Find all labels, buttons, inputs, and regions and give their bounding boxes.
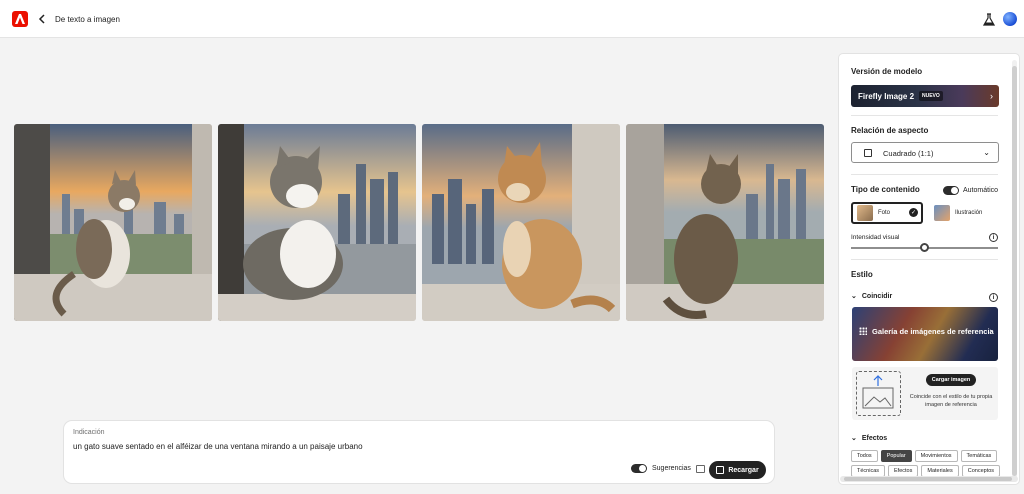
checkmark-icon: ✓ xyxy=(909,208,918,217)
effects-label: Efectos xyxy=(861,434,888,442)
chevron-left-icon[interactable] xyxy=(37,13,47,25)
reload-label: Recargar xyxy=(728,466,759,474)
illustration-thumbnail-icon xyxy=(934,205,950,221)
match-section-toggle[interactable]: ⌄ Coincidir xyxy=(851,292,893,301)
generated-image-3[interactable] xyxy=(422,124,620,321)
chevron-down-icon: ⌄ xyxy=(851,435,857,442)
auto-toggle-group: Automático xyxy=(943,186,998,195)
vertical-scrollbar[interactable] xyxy=(1012,60,1017,480)
upload-image-button[interactable]: Cargar imagen xyxy=(926,374,976,386)
upload-reference-card: Cargar imagen Coincide con el estilo de … xyxy=(852,367,998,420)
scrollbar-thumb[interactable] xyxy=(844,477,1012,481)
top-bar: De texto a imagen xyxy=(0,0,1024,38)
divider xyxy=(851,174,998,175)
model-version-title: Versión de modelo xyxy=(851,67,923,76)
reference-gallery-card[interactable]: Galería de imágenes de referencia › xyxy=(852,307,998,361)
suggestions-control: Sugerencias xyxy=(631,464,705,473)
reload-button[interactable]: Recargar xyxy=(709,461,766,479)
chip-popular[interactable]: Popular xyxy=(880,450,912,462)
divider xyxy=(851,115,998,116)
effects-section-toggle[interactable]: ⌄ Efectos xyxy=(851,434,888,443)
chip-movimientos[interactable]: Movimientos xyxy=(914,450,958,462)
chevron-down-icon: ⌄ xyxy=(851,293,857,300)
suggestions-settings-icon[interactable] xyxy=(695,464,705,473)
scrollbar-thumb[interactable] xyxy=(1012,66,1017,476)
model-name: Firefly Image 2 xyxy=(858,92,915,101)
content-type-title: Tipo de contenido xyxy=(851,185,920,194)
new-badge: NUEVO xyxy=(919,91,943,101)
generated-image-1[interactable] xyxy=(14,124,212,321)
grid-icon xyxy=(859,327,867,335)
prompt-box: Indicación un gato suave sentado en el a… xyxy=(63,420,775,484)
chevron-right-icon: › xyxy=(989,328,992,335)
aspect-ratio-value: Cuadrado (1:1) xyxy=(883,149,934,158)
match-label: Coincidir xyxy=(861,292,893,300)
visual-intensity-slider[interactable] xyxy=(851,243,998,252)
suggestions-label: Sugerencias xyxy=(652,465,691,472)
aspect-ratio-title: Relación de aspecto xyxy=(851,126,929,135)
info-icon[interactable]: i xyxy=(989,293,998,302)
chevron-right-icon: › xyxy=(990,91,993,101)
photo-thumbnail-icon xyxy=(857,205,873,221)
effects-chips: Todos Popular Movimientos Temáticas Técn… xyxy=(851,450,1001,477)
style-title: Estilo xyxy=(851,270,873,279)
content-type-illustration-label: Ilustración xyxy=(955,210,983,216)
adobe-logo-icon[interactable] xyxy=(12,11,28,27)
chevron-down-icon: ⌄ xyxy=(983,148,990,157)
chip-tematicas[interactable]: Temáticas xyxy=(960,450,998,462)
info-icon[interactable]: i xyxy=(989,233,998,242)
divider xyxy=(851,259,998,260)
prompt-label: Indicación xyxy=(73,429,105,436)
model-selector[interactable]: Firefly Image 2 NUEVO › xyxy=(851,85,999,107)
breadcrumb: De texto a imagen xyxy=(55,15,120,24)
horizontal-scrollbar[interactable] xyxy=(840,476,1018,482)
visual-intensity-label: Intensidad visual xyxy=(851,234,900,241)
flask-icon[interactable] xyxy=(982,13,996,28)
suggestions-toggle[interactable] xyxy=(631,464,647,473)
upload-description: Coincide con el estilo de tu propia imag… xyxy=(909,394,993,409)
content-type-photo-label: Foto xyxy=(878,210,891,216)
chip-todos[interactable]: Todos xyxy=(851,450,878,462)
square-icon xyxy=(864,149,872,157)
settings-panel: Versión de modelo Firefly Image 2 NUEVO … xyxy=(838,53,1020,485)
reference-gallery-label: Galería de imágenes de referencia xyxy=(872,327,994,336)
generated-image-4[interactable] xyxy=(626,124,824,321)
refresh-icon xyxy=(716,466,725,474)
auto-toggle[interactable] xyxy=(943,186,959,195)
avatar-globe-icon[interactable] xyxy=(1003,12,1017,26)
image-gallery xyxy=(14,124,824,321)
auto-label: Automático xyxy=(963,187,999,194)
content-type-photo[interactable]: Foto ✓ xyxy=(851,202,923,224)
content-type-illustration[interactable]: Ilustración xyxy=(930,202,998,224)
aspect-ratio-select[interactable]: Cuadrado (1:1) ⌄ xyxy=(851,142,999,163)
slider-handle[interactable] xyxy=(920,243,929,252)
image-upload-icon[interactable] xyxy=(856,371,901,416)
prompt-input[interactable]: un gato suave sentado en el alféizar de … xyxy=(73,442,363,451)
generated-image-2[interactable] xyxy=(218,124,416,321)
